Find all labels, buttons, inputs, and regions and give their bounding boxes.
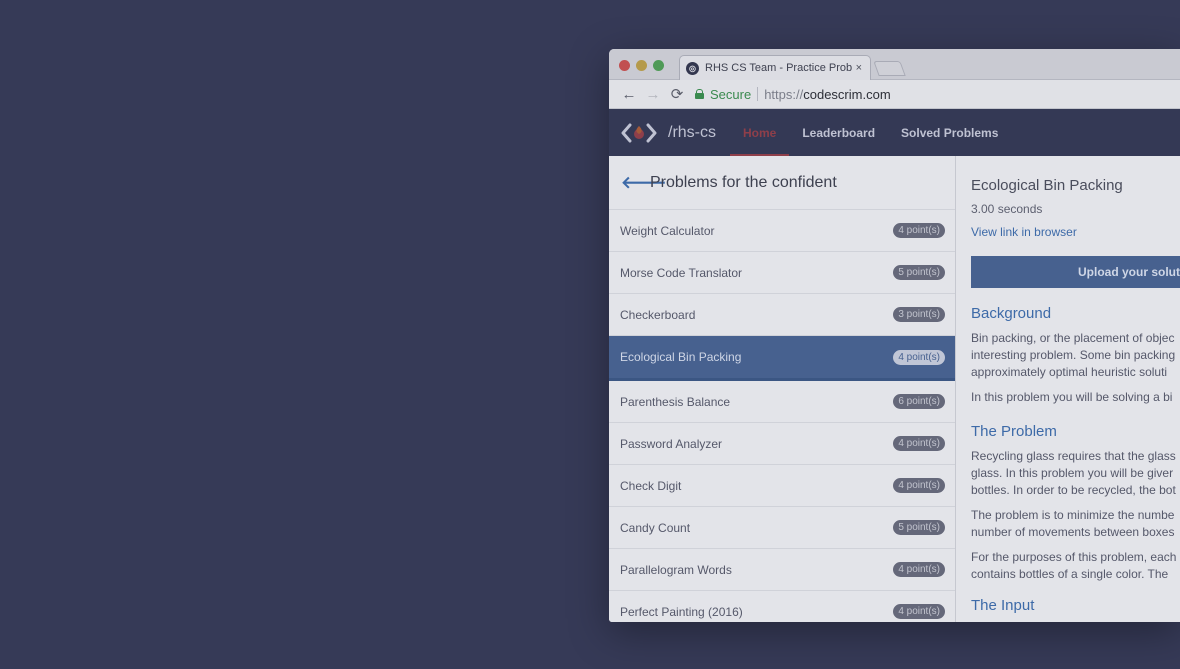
- background-paragraph: Bin packing, or the placement of objec i…: [971, 330, 1180, 381]
- reload-icon[interactable]: ⟳: [665, 85, 689, 103]
- text-line: glass. In this problem you will be giver: [971, 466, 1174, 480]
- problem-paragraph-3: For the purposes of this problem, each c…: [971, 549, 1180, 583]
- forward-icon[interactable]: →: [641, 86, 665, 103]
- input-heading: The Input: [971, 597, 1035, 614]
- points-badge: 5 point(s): [893, 520, 945, 535]
- problem-item-password-analyzer[interactable]: Password Analyzer 4 point(s): [609, 423, 955, 465]
- problem-list-title: Problems for the confident: [650, 173, 837, 191]
- tab-title: RHS CS Team - Practice Probl: [705, 62, 852, 74]
- text-line: Recycling glass requires that the glass: [971, 449, 1176, 463]
- problem-list: Weight Calculator 4 point(s) Morse Code …: [609, 210, 955, 622]
- app-navbar: /rhs-cs Home Leaderboard Solved Problems: [609, 109, 1180, 156]
- problem-paragraph-2: The problem is to minimize the numbe num…: [971, 507, 1180, 541]
- url-separator: [757, 87, 759, 101]
- tab-close-icon[interactable]: ×: [856, 62, 862, 74]
- problem-item-ecological-bin-packing[interactable]: Ecological Bin Packing 4 point(s): [609, 336, 955, 381]
- problem-name: Check Digit: [620, 478, 682, 493]
- problem-item-parenthesis-balance[interactable]: Parenthesis Balance 6 point(s): [609, 381, 955, 423]
- problem-list-header: 🡐 Problems for the confident: [609, 156, 955, 210]
- maximize-window-button[interactable]: [653, 60, 664, 71]
- problem-name: Password Analyzer: [620, 436, 723, 451]
- url-field[interactable]: Secure https://codescrim.com: [695, 84, 891, 105]
- browser-titlebar: ◎ RHS CS Team - Practice Probl ×: [609, 49, 1180, 80]
- problem-name: Checkerboard: [620, 307, 696, 322]
- problem-item-morse-code-translator[interactable]: Morse Code Translator 5 point(s): [609, 252, 955, 294]
- text-line: The problem is to minimize the numbe: [971, 508, 1175, 522]
- points-badge: 4 point(s): [893, 478, 945, 493]
- back-icon[interactable]: ←: [617, 86, 641, 103]
- background-heading: Background: [971, 305, 1052, 322]
- problem-item-weight-calculator[interactable]: Weight Calculator 4 point(s): [609, 210, 955, 252]
- problem-title: Ecological Bin Packing: [971, 177, 1123, 194]
- nav-home[interactable]: Home: [730, 109, 790, 156]
- text-line: contains bottles of a single color. The: [971, 567, 1169, 581]
- time-limit: 3.00 seconds: [971, 202, 1043, 216]
- lock-icon: [695, 89, 704, 99]
- problem-name: Ecological Bin Packing: [620, 350, 742, 364]
- text-line: approximately optimal heuristic soluti: [971, 365, 1168, 379]
- minimize-window-button[interactable]: [636, 60, 647, 71]
- points-badge: 5 point(s): [893, 265, 945, 280]
- text-line: number of movements between boxes: [971, 525, 1175, 539]
- problem-name: Candy Count: [620, 520, 691, 535]
- points-badge: 4 point(s): [893, 223, 945, 238]
- problem-item-parallelogram-words[interactable]: Parallelogram Words 4 point(s): [609, 549, 955, 591]
- points-badge: 4 point(s): [893, 436, 945, 451]
- problem-heading: The Problem: [971, 423, 1057, 440]
- browser-window: ◎ RHS CS Team - Practice Probl × ← → ⟳ S…: [609, 49, 1180, 622]
- points-badge: 4 point(s): [893, 604, 945, 619]
- problem-paragraph: Recycling glass requires that the glass …: [971, 448, 1180, 499]
- close-window-button[interactable]: [619, 60, 630, 71]
- nav-solved-problems[interactable]: Solved Problems: [888, 109, 1011, 156]
- text-line: For the purposes of this problem, each: [971, 550, 1177, 564]
- view-in-browser-link[interactable]: View link in browser: [971, 225, 1180, 239]
- url-host: codescrim.com: [803, 86, 891, 102]
- background-paragraph-2: In this problem you will be solving a bi: [971, 390, 1173, 404]
- problem-name: Morse Code Translator: [620, 265, 743, 280]
- problem-name: Parallelogram Words: [620, 562, 732, 577]
- address-bar: ← → ⟳ Secure https://codescrim.com: [609, 80, 1180, 109]
- main-content: 🡐 Problems for the confident Weight Calc…: [609, 156, 1180, 622]
- problem-item-candy-count[interactable]: Candy Count 5 point(s): [609, 507, 955, 549]
- problem-name: Weight Calculator: [620, 223, 715, 238]
- secure-label: Secure: [710, 86, 752, 102]
- back-arrow-icon[interactable]: 🡐: [621, 173, 667, 193]
- nav-leaderboard[interactable]: Leaderboard: [789, 109, 888, 156]
- browser-tab[interactable]: ◎ RHS CS Team - Practice Probl ×: [679, 55, 871, 80]
- problem-name: Parenthesis Balance: [620, 394, 731, 409]
- points-badge: 3 point(s): [893, 307, 945, 322]
- problem-item-perfect-painting[interactable]: Perfect Painting (2016) 4 point(s): [609, 591, 955, 622]
- upload-solution-button[interactable]: Upload your soluti: [971, 256, 1180, 288]
- problem-list-panel: 🡐 Problems for the confident Weight Calc…: [609, 156, 956, 622]
- problem-name: Perfect Painting (2016): [620, 604, 743, 619]
- text-line: Bin packing, or the placement of objec: [971, 331, 1175, 345]
- points-badge: 4 point(s): [893, 562, 945, 577]
- favicon-icon: ◎: [686, 61, 699, 75]
- points-badge: 4 point(s): [893, 349, 945, 365]
- points-badge: 6 point(s): [893, 394, 945, 409]
- problem-item-check-digit[interactable]: Check Digit 4 point(s): [609, 465, 955, 507]
- nav-tabs: Home Leaderboard Solved Problems: [730, 109, 1011, 156]
- problem-detail-panel: Ecological Bin Packing 3.00 seconds View…: [956, 156, 1180, 622]
- text-line: interesting problem. Some bin packing: [971, 348, 1176, 362]
- text-line: bottles. In order to be recycled, the bo…: [971, 483, 1176, 497]
- url-scheme: https://: [764, 86, 804, 102]
- new-tab-button[interactable]: [873, 61, 906, 76]
- brand-name[interactable]: /rhs-cs: [668, 124, 716, 142]
- problem-item-checkerboard[interactable]: Checkerboard 3 point(s): [609, 294, 955, 336]
- logo-icon[interactable]: [621, 121, 657, 145]
